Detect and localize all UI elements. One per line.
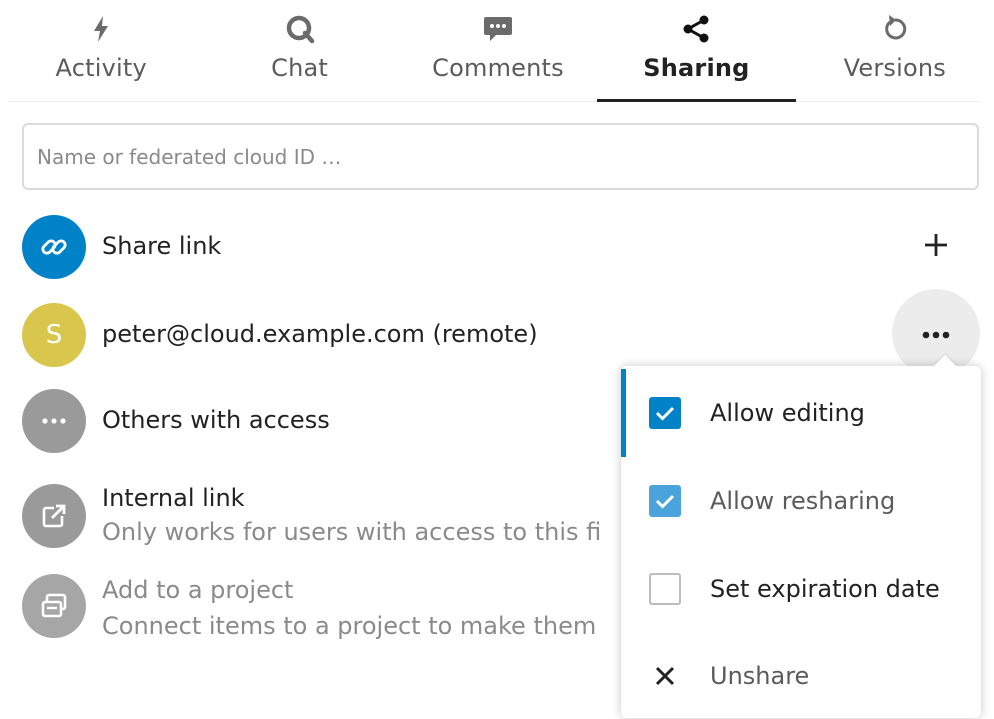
tab-label: Chat (271, 54, 329, 82)
menu-item-unshare[interactable]: Unshare (621, 632, 981, 719)
others-with-access-label: Others with access (102, 406, 330, 434)
menu-item-label: Allow editing (710, 399, 865, 427)
project-icon (22, 574, 86, 638)
tab-comments[interactable]: Comments (399, 0, 597, 102)
link-icon (22, 215, 86, 279)
close-icon (651, 662, 679, 690)
menu-item-allow-resharing[interactable]: Allow resharing (621, 457, 981, 545)
share-link-label: Share link (102, 232, 222, 260)
internal-link-subtitle: Only works for users with access to this… (102, 518, 602, 546)
internal-link-label: Internal link (102, 484, 245, 512)
remote-share-label: peter@cloud.example.com (remote) (102, 320, 538, 348)
tab-label: Activity (55, 54, 147, 82)
checkbox-checked-icon[interactable] (649, 485, 681, 517)
checkbox-checked-icon[interactable] (649, 397, 681, 429)
more-icon (922, 324, 950, 343)
tab-label: Sharing (643, 54, 750, 82)
tab-label: Versions (843, 54, 946, 82)
share-actions-menu: Allow editing Allow resharing Set expira… (621, 366, 981, 718)
plus-icon (923, 232, 949, 262)
comment-icon (478, 12, 518, 46)
external-link-icon (22, 484, 86, 548)
sidebar-tabs: Activity Chat Comments Sharing Versions (0, 0, 994, 102)
remote-share-row: S peter@cloud.example.com (remote) (22, 303, 982, 367)
tab-versions[interactable]: Versions (796, 0, 994, 102)
chat-bubble-icon (280, 12, 320, 46)
share-search-input[interactable] (22, 123, 979, 190)
menu-item-label: Allow resharing (710, 487, 896, 515)
avatar: S (22, 303, 86, 367)
add-to-project-subtitle: Connect items to a project to make them (102, 612, 597, 640)
tab-sharing[interactable]: Sharing (597, 0, 797, 102)
menu-item-allow-editing[interactable]: Allow editing (621, 369, 981, 457)
tab-activity[interactable]: Activity (2, 0, 200, 102)
menu-item-set-expiration-date[interactable]: Set expiration date (621, 545, 981, 633)
history-icon (875, 12, 915, 46)
lightning-icon (81, 12, 121, 46)
more-icon (22, 389, 86, 453)
add-share-link-button[interactable] (910, 226, 962, 268)
checkbox-unchecked-icon[interactable] (649, 573, 681, 605)
menu-item-label: Unshare (710, 662, 810, 690)
add-to-project-label: Add to a project (102, 576, 294, 604)
menu-item-label: Set expiration date (710, 575, 940, 603)
share-link-row: Share link (22, 215, 982, 279)
share-icon (676, 12, 716, 46)
tab-label: Comments (432, 54, 564, 82)
tab-chat[interactable]: Chat (200, 0, 398, 102)
